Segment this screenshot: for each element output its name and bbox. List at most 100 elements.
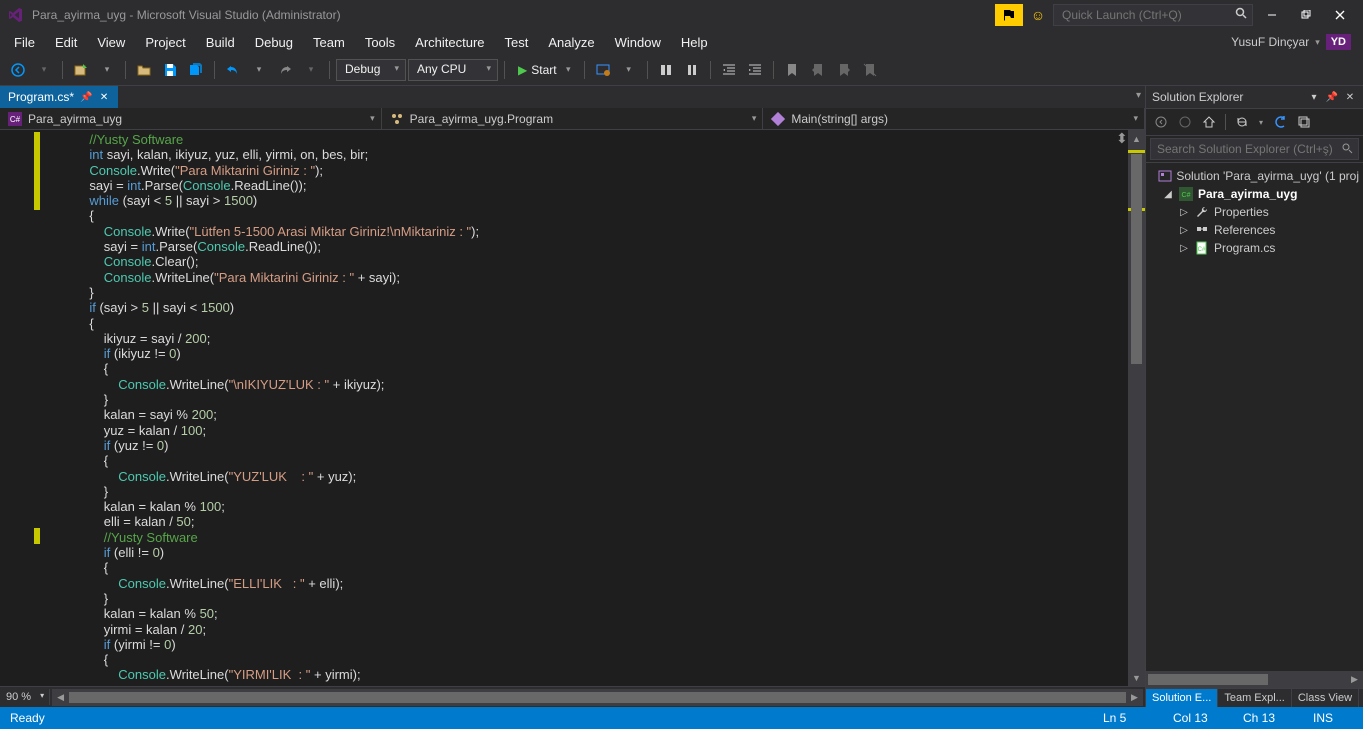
tree-project-node[interactable]: ◢ C# Para_ayirma_uyg bbox=[1146, 185, 1363, 203]
save-button[interactable] bbox=[158, 58, 182, 82]
menu-architecture[interactable]: Architecture bbox=[405, 32, 494, 53]
panel-tab-0[interactable]: Solution E... bbox=[1146, 689, 1218, 707]
open-file-button[interactable] bbox=[132, 58, 156, 82]
tree-properties-node[interactable]: ▷ Properties bbox=[1146, 203, 1363, 221]
menu-tools[interactable]: Tools bbox=[355, 32, 405, 53]
redo-dropdown[interactable]: ▾ bbox=[299, 58, 323, 82]
scroll-right-icon[interactable]: ▶ bbox=[1126, 689, 1143, 706]
bookmark-button[interactable] bbox=[780, 58, 804, 82]
new-project-button[interactable] bbox=[69, 58, 93, 82]
scroll-down-icon[interactable]: ▼ bbox=[1128, 669, 1145, 686]
minimize-button[interactable] bbox=[1257, 4, 1287, 26]
menu-file[interactable]: File bbox=[4, 32, 45, 53]
home-button[interactable] bbox=[1198, 112, 1220, 132]
quick-launch-input[interactable] bbox=[1053, 4, 1253, 26]
tree-solution-node[interactable]: Solution 'Para_ayirma_uyg' (1 proj bbox=[1146, 167, 1363, 185]
editor-margin[interactable] bbox=[0, 130, 46, 686]
expander-closed-icon[interactable]: ▷ bbox=[1178, 207, 1190, 218]
indent-right-button[interactable] bbox=[743, 58, 767, 82]
window-position-icon[interactable]: ▾ bbox=[1307, 90, 1321, 104]
panel-tab-1[interactable]: Team Expl... bbox=[1218, 689, 1292, 707]
solution-tree: Solution 'Para_ayirma_uyg' (1 proj ◢ C# … bbox=[1146, 163, 1363, 671]
status-ins: INS bbox=[1313, 711, 1353, 725]
collapse-all-button[interactable] bbox=[1293, 112, 1315, 132]
expander-closed-icon[interactable]: ▷ bbox=[1178, 225, 1190, 236]
menu-help[interactable]: Help bbox=[671, 32, 718, 53]
tree-file-node[interactable]: ▷ C# Program.cs bbox=[1146, 239, 1363, 257]
chevron-down-icon[interactable]: ▾ bbox=[1315, 37, 1320, 48]
document-tabs: Program.cs* 📌 ✕ ▾ bbox=[0, 86, 1145, 108]
menu-debug[interactable]: Debug bbox=[245, 32, 303, 53]
next-bookmark-button[interactable] bbox=[832, 58, 856, 82]
nav-back-button[interactable] bbox=[6, 58, 30, 82]
prev-bookmark-button[interactable] bbox=[806, 58, 830, 82]
nav-forward-button[interactable]: ▾ bbox=[32, 58, 56, 82]
menu-window[interactable]: Window bbox=[605, 32, 671, 53]
scroll-left-icon[interactable]: ◀ bbox=[52, 689, 69, 706]
menu-test[interactable]: Test bbox=[495, 32, 539, 53]
code-editor[interactable]: //Yusty Software int sayi, kalan, ikiyuz… bbox=[46, 130, 1128, 686]
scroll-up-icon[interactable]: ▲ bbox=[1128, 130, 1145, 147]
user-avatar-badge[interactable]: YD bbox=[1326, 34, 1351, 50]
refresh-button[interactable] bbox=[1269, 112, 1291, 132]
undo-dropdown[interactable]: ▾ bbox=[247, 58, 271, 82]
notification-flag-icon[interactable] bbox=[995, 4, 1023, 26]
scroll-thumb[interactable] bbox=[1131, 154, 1142, 364]
expander-closed-icon[interactable]: ▷ bbox=[1178, 243, 1190, 254]
browser-link-button[interactable] bbox=[591, 58, 615, 82]
vs-logo-icon bbox=[8, 7, 24, 23]
save-all-button[interactable] bbox=[184, 58, 208, 82]
sync-button[interactable] bbox=[1231, 112, 1253, 132]
step-into-button[interactable] bbox=[680, 58, 704, 82]
menu-project[interactable]: Project bbox=[135, 32, 195, 53]
config-dropdown[interactable]: Debug bbox=[336, 59, 406, 81]
feedback-smiley-icon[interactable]: ☺ bbox=[1027, 4, 1049, 26]
references-icon bbox=[1194, 222, 1210, 238]
menu-edit[interactable]: Edit bbox=[45, 32, 87, 53]
home-back-button[interactable] bbox=[1150, 112, 1172, 132]
new-dropdown[interactable]: ▾ bbox=[95, 58, 119, 82]
tree-references-node[interactable]: ▷ References bbox=[1146, 221, 1363, 239]
panel-tab-2[interactable]: Class View bbox=[1292, 689, 1359, 707]
indent-left-button[interactable] bbox=[717, 58, 741, 82]
menu-build[interactable]: Build bbox=[196, 32, 245, 53]
split-handle-icon[interactable]: ⬍ bbox=[1116, 130, 1128, 142]
sync-dropdown[interactable]: ▾ bbox=[1255, 112, 1267, 132]
scroll-right-icon[interactable]: ▶ bbox=[1346, 671, 1363, 688]
method-icon bbox=[771, 112, 785, 126]
pin-icon[interactable]: 📌 bbox=[80, 92, 92, 103]
close-button[interactable] bbox=[1325, 4, 1355, 26]
nav-class-dropdown[interactable]: Para_ayirma_uyg.Program bbox=[382, 108, 764, 129]
browser-link-dropdown[interactable]: ▾ bbox=[617, 58, 641, 82]
nav-method-dropdown[interactable]: Main(string[] args) bbox=[763, 108, 1145, 129]
horizontal-scrollbar[interactable]: ◀ ▶ bbox=[52, 689, 1143, 706]
home-fwd-button[interactable] bbox=[1174, 112, 1196, 132]
maximize-button[interactable] bbox=[1291, 4, 1321, 26]
solution-search-input[interactable] bbox=[1150, 138, 1359, 160]
h-scroll-thumb[interactable] bbox=[1148, 674, 1268, 685]
vertical-scrollbar[interactable]: ▲ ▼ bbox=[1128, 130, 1145, 686]
panel-h-scrollbar[interactable]: ◀ ▶ bbox=[1146, 671, 1363, 688]
h-scroll-thumb[interactable] bbox=[69, 692, 1126, 703]
redo-button[interactable] bbox=[273, 58, 297, 82]
user-name-label[interactable]: YusuF Dinçyar bbox=[1231, 35, 1309, 49]
menu-view[interactable]: View bbox=[87, 32, 135, 53]
zoom-dropdown[interactable]: 90 % bbox=[0, 689, 50, 705]
step-over-button[interactable] bbox=[654, 58, 678, 82]
start-button[interactable]: ▶ Start bbox=[511, 60, 578, 80]
nav-project-dropdown[interactable]: C# Para_ayirma_uyg bbox=[0, 108, 382, 129]
tab-label: Program.cs* bbox=[8, 90, 74, 104]
clear-bookmarks-button[interactable] bbox=[858, 58, 882, 82]
navigation-bar: C# Para_ayirma_uyg Para_ayirma_uyg.Progr… bbox=[0, 108, 1145, 130]
menu-analyze[interactable]: Analyze bbox=[538, 32, 604, 53]
close-icon[interactable]: ✕ bbox=[1343, 90, 1357, 104]
statusbar: Ready Ln 5 Col 13 Ch 13 INS bbox=[0, 707, 1363, 729]
tab-overflow-dropdown[interactable]: ▾ bbox=[1136, 90, 1141, 101]
pin-icon[interactable]: 📌 bbox=[1325, 90, 1339, 104]
close-icon[interactable]: ✕ bbox=[98, 91, 110, 103]
menu-team[interactable]: Team bbox=[303, 32, 355, 53]
expander-open-icon[interactable]: ◢ bbox=[1162, 189, 1174, 200]
tab-program-cs[interactable]: Program.cs* 📌 ✕ bbox=[0, 86, 118, 108]
undo-button[interactable] bbox=[221, 58, 245, 82]
platform-dropdown[interactable]: Any CPU bbox=[408, 59, 498, 81]
